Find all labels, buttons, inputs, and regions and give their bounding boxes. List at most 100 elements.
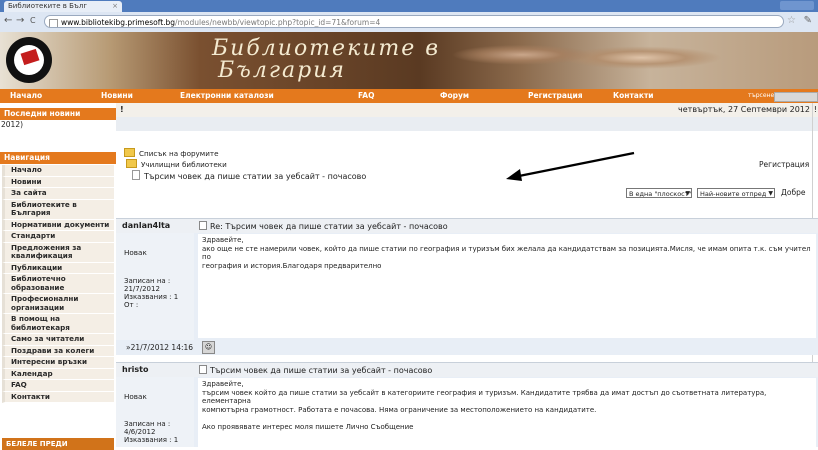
post-body: Новак Записан на : 21/7/2012 Изказвания … xyxy=(116,233,818,340)
nav-item-libraries[interactable]: Библиотеките в България xyxy=(2,199,114,220)
breadcrumb-topic-label: Търсим човек да пише статии за уебсайт -… xyxy=(144,172,367,181)
current-date: четвъртък, 27 Септември 2012 xyxy=(678,105,810,114)
post-body: Новак Записан на : 4/6/2012 Изказвания :… xyxy=(116,377,818,447)
post-text-line: Здравейте, xyxy=(202,380,244,388)
post-text-line: география и история.Благодаря предварите… xyxy=(202,261,382,270)
breadcrumb-topic: Търсим човек да пише статии за уебсайт -… xyxy=(124,170,366,182)
back-icon[interactable]: ← xyxy=(4,15,12,26)
nav-item-qualification[interactable]: Предложения за квалификация xyxy=(2,242,114,263)
nav-item-regulations[interactable]: Нормативни документи xyxy=(2,219,114,231)
user-joined-date: 4/6/2012 xyxy=(124,428,156,436)
post-text-line: ако още не сте намерили човек, който да … xyxy=(202,244,811,262)
nav-item-home[interactable]: Начало xyxy=(2,165,114,177)
date-bar: ! четвъртък, 27 Септември 2012 ! xyxy=(116,103,818,118)
breadcrumb-forums-label: Списък на форумите xyxy=(139,149,219,158)
search-input[interactable] xyxy=(774,92,818,102)
sidebar-banner[interactable]: БЕЛЕЛЕ ПРЕДИ xyxy=(2,438,114,450)
address-bar-area: ← → C www.bibliotekibg.primesoft.bg/modu… xyxy=(0,12,818,33)
folder-icon xyxy=(124,148,135,157)
tab-close-icon[interactable]: × xyxy=(112,1,118,12)
post-author[interactable]: danlan4lta xyxy=(122,221,170,230)
bookmark-star-icon[interactable]: ☆ xyxy=(787,15,796,26)
folder-icon xyxy=(126,159,137,168)
order-select[interactable]: Най-новите отпред xyxy=(697,188,775,199)
user-joined-label: Записан на : xyxy=(124,420,171,428)
url-path: /modules/newbb/viewtopic.php?topic_id=71… xyxy=(175,18,381,27)
post-text-line: Ако проявявате интерес моля пишете Лично… xyxy=(202,423,414,432)
view-mode-select[interactable]: В една "плоскост" xyxy=(626,188,692,199)
menu-item-faq[interactable]: FAQ xyxy=(358,89,374,103)
url-input[interactable]: www.bibliotekibg.primesoft.bg/modules/ne… xyxy=(44,15,784,28)
annotation-arrow-icon xyxy=(506,151,635,181)
banner-photo xyxy=(420,32,760,89)
post-header: hristo Търсим човек да пише статии за уе… xyxy=(116,362,818,377)
nav-item-links[interactable]: Интересни връзки xyxy=(2,357,114,369)
nav-item-contacts[interactable]: Контакти xyxy=(2,391,114,403)
post-title: Re: Търсим човек да пише статии за уебса… xyxy=(199,221,448,231)
site-banner: Библиотеките в България xyxy=(0,32,818,89)
user-joined-label: Записан на : xyxy=(124,277,171,285)
user-meta: Записан на : 4/6/2012 Изказвания : 1 xyxy=(124,420,178,444)
register-link[interactable]: Регистрация xyxy=(759,160,809,169)
breadcrumb-forums[interactable]: Списък на форумите xyxy=(124,148,366,159)
page-icon xyxy=(49,19,58,27)
post-text-line: Здравейте, xyxy=(202,236,244,244)
breadcrumb-school-libraries-label: Училищни библиотеки xyxy=(141,160,227,169)
nav-item-faq[interactable]: FAQ xyxy=(2,380,114,392)
breadcrumb-school-libraries[interactable]: Училищни библиотеки xyxy=(124,159,366,170)
nav-item-publications[interactable]: Публикации xyxy=(2,262,114,274)
main-menu: Начало Новини Електронни каталози FAQ Фо… xyxy=(0,89,818,103)
post-header: danlan4lta Re: Търсим човек да пише стат… xyxy=(116,218,818,233)
site-title-line2: България xyxy=(218,58,346,83)
user-rank: Новак xyxy=(124,248,147,257)
nav-item-readers[interactable]: Само за читатели xyxy=(2,334,114,346)
post-text-line: компютърна грамотност. Работата е почасо… xyxy=(202,405,597,414)
nav-item-organizations[interactable]: Професионални организации xyxy=(2,294,114,314)
user-joined-date: 21/7/2012 xyxy=(124,285,160,293)
nav-item-standards[interactable]: Стандарти xyxy=(2,231,114,243)
wrench-icon[interactable]: ✎ xyxy=(804,15,812,26)
breadcrumb: Списък на форумите Училищни библиотеки Т… xyxy=(124,148,366,182)
nav-item-education[interactable]: Библиотечно образование xyxy=(2,274,114,294)
menu-item-contacts[interactable]: Контакти xyxy=(613,89,654,103)
user-meta: Записан на : 21/7/2012 Изказвания : 1 От… xyxy=(124,277,178,309)
url-host: www.bibliotekibg.primesoft.bg xyxy=(61,18,176,27)
latest-news-text[interactable]: 2012) xyxy=(1,120,23,129)
user-post-count: Изказвания : 1 xyxy=(124,293,179,301)
site-title: Библиотеките в България xyxy=(212,38,440,82)
user-location: От : xyxy=(124,301,139,309)
window-controls[interactable] xyxy=(780,1,814,10)
user-rank: Новак xyxy=(124,392,147,401)
menu-item-forum[interactable]: Форум xyxy=(440,89,469,103)
nav-item-about[interactable]: За сайта xyxy=(2,188,114,200)
go-button[interactable]: Добре xyxy=(781,188,805,197)
post-title: Търсим човек да пише статии за уебсайт -… xyxy=(199,365,432,375)
post-text-line: търсим човек който да пише статии за уеб… xyxy=(202,388,767,406)
post-content: Здравейте, ако още не сте намерили човек… xyxy=(198,234,816,338)
post-footer: »21/7/2012 14:16 ☺ xyxy=(116,340,818,355)
document-icon xyxy=(132,170,140,180)
post-author[interactable]: hristo xyxy=(122,365,148,374)
sub-bar xyxy=(116,117,818,131)
menu-item-news[interactable]: Новини xyxy=(101,89,133,103)
date-bar-marker-right: ! xyxy=(813,105,817,114)
navigation-header: Навигация xyxy=(0,152,116,164)
profile-icon[interactable]: ☺ xyxy=(202,341,215,354)
forum-post: danlan4lta Re: Търсим човек да пише стат… xyxy=(116,218,818,356)
browser-tab[interactable]: Библиотеките в Бълг × xyxy=(4,1,122,12)
nav-item-greetings[interactable]: Поздрави за колеги xyxy=(2,345,114,357)
nav-item-librarian-help[interactable]: В помощ на библиотекаря xyxy=(2,314,114,334)
nav-item-news[interactable]: Новини xyxy=(2,176,114,188)
site-logo[interactable] xyxy=(6,37,52,83)
browser-tab-bar: Библиотеките в Бълг × xyxy=(0,0,818,12)
date-bar-marker: ! xyxy=(120,105,124,114)
nav-item-calendar[interactable]: Календар xyxy=(2,368,114,380)
latest-news-box: 2012) xyxy=(0,120,117,138)
menu-item-home[interactable]: Начало xyxy=(10,89,42,103)
menu-item-catalogs[interactable]: Електронни каталози xyxy=(180,89,274,103)
post-time: »21/7/2012 14:16 xyxy=(126,343,194,352)
menu-item-register[interactable]: Регистрация xyxy=(528,89,583,103)
forum-post: hristo Търсим човек да пише статии за уе… xyxy=(116,362,818,447)
reload-icon[interactable]: C xyxy=(30,16,36,25)
forward-icon[interactable]: → xyxy=(16,15,24,26)
